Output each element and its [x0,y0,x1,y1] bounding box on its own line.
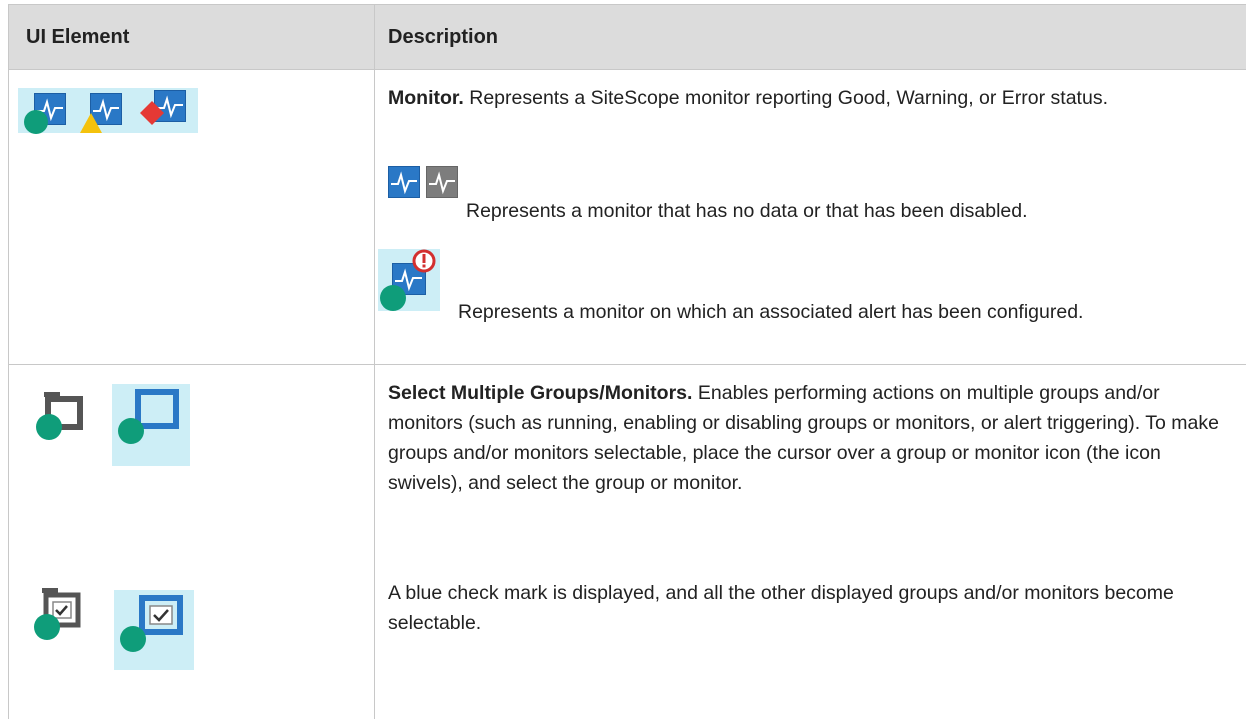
monitor-good-icon [22,88,72,134]
table-left-border [8,4,9,719]
group-icon [36,392,86,440]
select-multiple-description: Select Multiple Groups/Monitors. Enables… [388,378,1238,498]
column-divider [374,4,375,719]
monitor-selected-icon [114,590,194,670]
monitor-no-data-text: Represents a monitor that has no data or… [466,200,1028,222]
monitor-warning-icon [78,88,128,134]
monitor-title: Monitor. [388,87,464,109]
monitor-swivel-icon [112,384,190,466]
row-divider [8,364,1246,365]
monitor-alert-label: Represents a monitor on which an associa… [458,301,1084,323]
table-header: UI Element Description [8,4,1246,70]
monitor-text: Represents a SiteScope monitor reporting… [463,87,1108,109]
monitor-description: Monitor. Represents a SiteScope monitor … [388,83,1238,113]
header-description: Description [388,26,499,48]
monitor-error-icon [136,88,196,134]
monitor-no-data-icon [388,166,420,198]
monitor-disabled-icon [426,166,458,198]
group-selected-icon [34,588,86,640]
header-ui-element: UI Element [26,26,130,48]
select-multiple-result-text: A blue check mark is displayed, and all … [388,582,1174,634]
monitor-alert-text: Represents a monitor on which an associa… [388,297,1238,327]
select-multiple-title: Select Multiple Groups/Monitors. [388,382,693,404]
